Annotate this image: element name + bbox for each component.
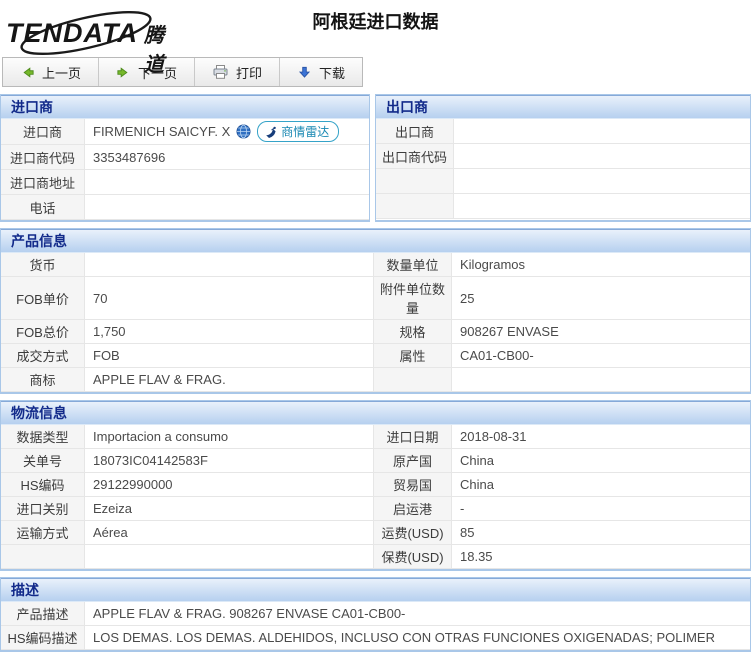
product-info-table: 货币 数量单位 Kilogramos FOB单价 70 附件单位数量 25 FO… — [1, 253, 750, 392]
product-description-label: 产品描述 — [1, 602, 85, 626]
globe-icon[interactable] — [236, 124, 251, 139]
attached-unit-qty-value: 25 — [452, 277, 750, 320]
freight-usd-label: 运费(USD) — [374, 521, 452, 545]
product-description-value: APPLE FLAV & FRAG. 908267 ENVASE CA01-CB… — [85, 602, 750, 626]
customs-no-value: 18073IC04142583F — [85, 449, 374, 473]
logo-text-cn: 腾道 — [144, 19, 176, 77]
transport-mode-label: 运输方式 — [1, 521, 85, 545]
departure-port-label: 启运港 — [374, 497, 452, 521]
attribute-label: 属性 — [374, 344, 452, 368]
fob-total-label: FOB总价 — [1, 320, 85, 344]
logistics-empty-value — [85, 545, 374, 569]
hs-description-label: HS编码描述 — [1, 626, 85, 650]
download-label: 下载 — [319, 63, 345, 82]
print-button[interactable]: 打印 — [195, 58, 280, 86]
exporter-name-value — [454, 119, 750, 144]
exporter-name-label: 出口商 — [376, 119, 454, 144]
description-section: 描述 产品描述 APPLE FLAV & FRAG. 908267 ENVASE… — [0, 577, 751, 652]
description-header: 描述 — [1, 578, 750, 602]
hs-code-label: HS编码 — [1, 473, 85, 497]
importer-table: 进口商 FIRMENICH SAICYF. X — [1, 119, 369, 220]
importer-address-label: 进口商地址 — [1, 170, 85, 195]
currency-label: 货币 — [1, 253, 85, 277]
download-button[interactable]: 下载 — [280, 58, 362, 86]
trade-terms-label: 成交方式 — [1, 344, 85, 368]
trade-terms-value: FOB — [85, 344, 374, 368]
import-customs-value: Ezeiza — [85, 497, 374, 521]
spec-label: 规格 — [374, 320, 452, 344]
importer-code-value: 3353487696 — [85, 145, 369, 170]
logistics-info-section: 物流信息 数据类型 Importacion a consumo 进口日期 201… — [0, 400, 751, 571]
quantity-unit-value: Kilogramos — [452, 253, 750, 277]
product-empty-value — [452, 368, 750, 392]
attached-unit-qty-label: 附件单位数量 — [374, 277, 452, 320]
exporter-empty-value-2 — [454, 194, 750, 219]
product-empty-label — [374, 368, 452, 392]
attribute-value: CA01-CB00- — [452, 344, 750, 368]
trade-country-label: 贸易国 — [374, 473, 452, 497]
fob-unit-price-value: 70 — [85, 277, 374, 320]
fob-total-value: 1,750 — [85, 320, 374, 344]
logistics-info-header: 物流信息 — [1, 401, 750, 425]
exporter-section: 出口商 出口商 出口商代码 — [375, 94, 751, 222]
arrow-down-icon — [297, 65, 312, 80]
product-info-header: 产品信息 — [1, 229, 750, 253]
print-label: 打印 — [236, 63, 262, 82]
departure-port-value: - — [452, 497, 750, 521]
brand-value: APPLE FLAV & FRAG. — [85, 368, 374, 392]
satellite-dish-icon — [265, 126, 277, 138]
exporter-table: 出口商 出口商代码 — [376, 119, 750, 219]
spec-value: 908267 ENVASE — [452, 320, 750, 344]
importer-section: 进口商 进口商 FIRMENICH SAICYF. X — [0, 94, 370, 222]
importer-phone-value — [85, 195, 369, 220]
tendata-logo: TENDATA 腾道 — [6, 10, 176, 56]
origin-country-value: China — [452, 449, 750, 473]
importer-name-label: 进口商 — [1, 119, 85, 145]
masthead: TENDATA 腾道 阿根廷进口数据 — [0, 0, 751, 56]
page: TENDATA 腾道 阿根廷进口数据 上一页 下一页 — [0, 0, 751, 652]
trade-country-value: China — [452, 473, 750, 497]
importer-address-value — [85, 170, 369, 195]
business-radar-badge[interactable]: 商情雷达 — [257, 121, 339, 142]
importer-company-name: FIRMENICH SAICYF. X — [93, 124, 230, 139]
insurance-usd-value: 18.35 — [452, 545, 750, 569]
hs-code-value: 29122990000 — [85, 473, 374, 497]
exporter-code-label: 出口商代码 — [376, 144, 454, 169]
import-customs-label: 进口关别 — [1, 497, 85, 521]
importer-name-value: FIRMENICH SAICYF. X 商 — [85, 119, 369, 145]
logistics-info-table: 数据类型 Importacion a consumo 进口日期 2018-08-… — [1, 425, 750, 569]
exporter-empty-value-1 — [454, 169, 750, 194]
logo-text-en: TENDATA — [6, 18, 138, 49]
import-date-value: 2018-08-31 — [452, 425, 750, 449]
import-date-label: 进口日期 — [374, 425, 452, 449]
product-info-section: 产品信息 货币 数量单位 Kilogramos FOB单价 70 附件单位数量 … — [0, 228, 751, 394]
importer-code-label: 进口商代码 — [1, 145, 85, 170]
description-table: 产品描述 APPLE FLAV & FRAG. 908267 ENVASE CA… — [1, 602, 750, 650]
fob-unit-price-label: FOB单价 — [1, 277, 85, 320]
brand-label: 商标 — [1, 368, 85, 392]
exporter-empty-label-1 — [376, 169, 454, 194]
data-type-label: 数据类型 — [1, 425, 85, 449]
printer-icon — [212, 64, 229, 80]
insurance-usd-label: 保费(USD) — [374, 545, 452, 569]
origin-country-label: 原产国 — [374, 449, 452, 473]
exporter-section-header: 出口商 — [376, 95, 750, 119]
trader-sections: 进口商 进口商 FIRMENICH SAICYF. X — [0, 94, 751, 228]
importer-section-header: 进口商 — [1, 95, 369, 119]
currency-value — [85, 253, 374, 277]
transport-mode-value: Aérea — [85, 521, 374, 545]
logistics-empty-label — [1, 545, 85, 569]
freight-usd-value: 85 — [452, 521, 750, 545]
importer-phone-label: 电话 — [1, 195, 85, 220]
exporter-empty-label-2 — [376, 194, 454, 219]
hs-description-value: LOS DEMAS. LOS DEMAS. ALDEHIDOS, INCLUSO… — [85, 626, 750, 650]
business-radar-label: 商情雷达 — [281, 123, 329, 140]
data-type-value: Importacion a consumo — [85, 425, 374, 449]
exporter-code-value — [454, 144, 750, 169]
quantity-unit-label: 数量单位 — [374, 253, 452, 277]
customs-no-label: 关单号 — [1, 449, 85, 473]
